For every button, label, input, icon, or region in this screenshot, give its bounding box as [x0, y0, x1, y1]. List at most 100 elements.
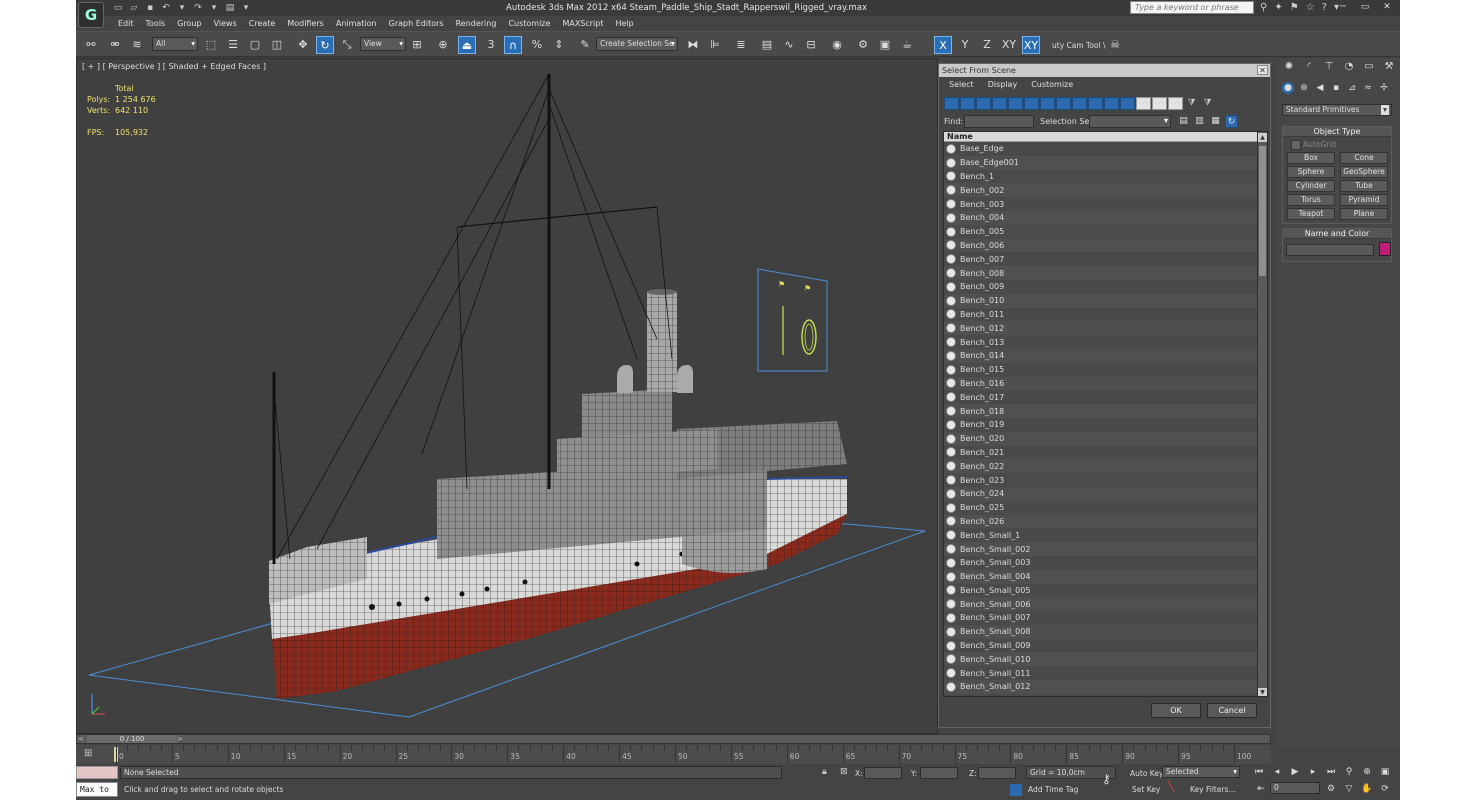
- systems-category-icon[interactable]: ✢: [1378, 82, 1390, 94]
- time-slider[interactable]: < 0 / 100 >: [76, 734, 1271, 744]
- list-item[interactable]: Bench_009: [944, 280, 1267, 294]
- schematic-view-icon[interactable]: ⊟: [802, 36, 820, 54]
- pan-icon[interactable]: ✋: [1360, 783, 1374, 795]
- list-item[interactable]: Bench_Small_005: [944, 584, 1267, 598]
- redo-icon[interactable]: ↷: [192, 2, 204, 14]
- list-item[interactable]: Bench_018: [944, 404, 1267, 418]
- scroll-thumb[interactable]: [1259, 146, 1266, 276]
- select-object-icon[interactable]: ⬚: [202, 36, 220, 54]
- add-time-tag[interactable]: Add Time Tag: [1028, 785, 1078, 794]
- create-tab-icon[interactable]: ✺: [1282, 60, 1296, 74]
- menu-create[interactable]: Create: [243, 17, 282, 30]
- previous-frame-icon[interactable]: ◂: [1270, 766, 1284, 778]
- move-icon[interactable]: ✥: [294, 36, 312, 54]
- helpers-category-icon[interactable]: ⊿: [1346, 82, 1358, 94]
- minimize-icon[interactable]: ─: [1332, 1, 1354, 14]
- key-mode-toggle-icon[interactable]: ⇤: [1254, 783, 1268, 795]
- list-item[interactable]: Bench_008: [944, 266, 1267, 280]
- key-mode-dropdown[interactable]: Selected: [1162, 766, 1240, 778]
- list-item[interactable]: Bench_016: [944, 376, 1267, 391]
- dialog-menu-select[interactable]: Select: [949, 79, 974, 91]
- list-item[interactable]: Bench_015: [944, 363, 1267, 377]
- dialog-menu-display[interactable]: Display: [988, 79, 1018, 91]
- list-item[interactable]: Bench_014: [944, 348, 1267, 363]
- tube-button[interactable]: Tube: [1340, 180, 1388, 192]
- rendered-frame-icon[interactable]: ▣: [876, 36, 894, 54]
- display-hidden-icon[interactable]: [1120, 97, 1135, 110]
- percent-snap-icon[interactable]: %: [528, 36, 546, 54]
- list-item[interactable]: Bench_Small_009: [944, 639, 1267, 653]
- display-bones-icon[interactable]: [1072, 97, 1087, 110]
- list-item[interactable]: Bench_Small_011: [944, 666, 1267, 680]
- ship-model[interactable]: ⚑ ⚑: [77, 59, 938, 734]
- list-item[interactable]: Bench_017: [944, 390, 1267, 404]
- auto-key-button[interactable]: Auto Key: [1130, 769, 1163, 778]
- time-configuration-icon[interactable]: ⚙: [1324, 783, 1338, 795]
- shapes-category-icon[interactable]: ⊛: [1298, 82, 1310, 94]
- display-spacewarps-icon[interactable]: [1024, 97, 1039, 110]
- x-coordinate-input[interactable]: [864, 767, 902, 779]
- list-item[interactable]: Bench_004: [944, 210, 1267, 225]
- sync-selection-icon[interactable]: ↻: [1225, 115, 1238, 128]
- spacewarps-category-icon[interactable]: ≈: [1362, 82, 1374, 94]
- list-item[interactable]: Bench_Small_003: [944, 556, 1267, 570]
- list-item[interactable]: Bench_024: [944, 486, 1267, 501]
- menu-help[interactable]: Help: [610, 17, 640, 30]
- teapot-button[interactable]: Teapot: [1287, 208, 1335, 220]
- align-icon[interactable]: ⊫: [706, 36, 724, 54]
- list-item[interactable]: Bench_007: [944, 252, 1267, 266]
- list-item[interactable]: Bench_Small_004: [944, 569, 1267, 584]
- filter-icon[interactable]: ⧩: [1184, 97, 1199, 110]
- axis-x-button[interactable]: X: [934, 36, 952, 54]
- name-and-color-header[interactable]: Name and Color: [1283, 229, 1391, 239]
- autogrid-checkbox[interactable]: AutoGrid: [1290, 140, 1336, 150]
- redo-dropdown-icon[interactable]: ▾: [208, 2, 220, 14]
- list-item[interactable]: Bench_023: [944, 473, 1267, 487]
- named-selection-dropdown[interactable]: Create Selection Se: [596, 37, 678, 51]
- time-tag-icon[interactable]: [1010, 784, 1022, 796]
- qat-dropdown-icon[interactable]: ▾: [240, 2, 252, 14]
- track-bar[interactable]: ⊞ 0 5 10 15 20 25 30 35 40 45 50 55 60 65 70 75 80 85 90 95…: [76, 745, 1271, 764]
- rotate-icon[interactable]: ↻: [316, 36, 334, 54]
- graphite-ribbon-icon[interactable]: ▤: [758, 36, 776, 54]
- select-invert-icon[interactable]: ▦: [1209, 115, 1222, 128]
- sphere-button[interactable]: Sphere: [1287, 166, 1335, 178]
- new-file-icon[interactable]: ▭: [112, 2, 124, 14]
- reference-coordinate-dropdown[interactable]: View: [360, 37, 406, 51]
- unlink-icon[interactable]: ⚮: [106, 36, 124, 54]
- list-item[interactable]: Bench_012: [944, 321, 1267, 336]
- list-item[interactable]: Bench_1: [944, 170, 1267, 184]
- current-frame-input[interactable]: 0: [1270, 782, 1320, 794]
- scale-icon[interactable]: ⤡: [338, 36, 356, 54]
- open-file-icon[interactable]: ▱: [128, 2, 140, 14]
- keyword-search-input[interactable]: Type a keyword or phrase: [1130, 1, 1254, 14]
- list-item[interactable]: Bench_Small_007: [944, 611, 1267, 625]
- menu-edit[interactable]: Edit: [112, 17, 140, 30]
- axis-z-button[interactable]: Z: [978, 36, 996, 54]
- next-frame-icon[interactable]: ▸: [1306, 766, 1320, 778]
- key-filter-icon[interactable]: ╲: [1168, 782, 1174, 793]
- selection-filter-dropdown[interactable]: All: [152, 37, 198, 51]
- list-item[interactable]: Bench_Small_006: [944, 597, 1267, 612]
- display-xrefs-icon[interactable]: [1056, 97, 1071, 110]
- list-item[interactable]: Bench_019: [944, 418, 1267, 432]
- dialog-close-icon[interactable]: ✕: [1257, 65, 1268, 75]
- list-item[interactable]: Bench_005: [944, 225, 1267, 239]
- list-item[interactable]: Bench_013: [944, 335, 1267, 349]
- bind-spacewarp-icon[interactable]: ≋: [128, 36, 146, 54]
- utilities-tab-icon[interactable]: ⚒: [1382, 60, 1396, 74]
- display-containers-icon[interactable]: [1088, 97, 1103, 110]
- axis-xy-button[interactable]: XY: [1000, 36, 1018, 54]
- hierarchy-tab-icon[interactable]: ⊤: [1322, 60, 1336, 74]
- plane-button[interactable]: Plane: [1340, 208, 1388, 220]
- axis-y-button[interactable]: Y: [956, 36, 974, 54]
- link-icon[interactable]: ⚯: [82, 36, 100, 54]
- close-icon[interactable]: ✕: [1376, 1, 1398, 14]
- object-type-header[interactable]: Object Type: [1283, 127, 1391, 137]
- torus-button[interactable]: Torus: [1287, 194, 1335, 206]
- menu-views[interactable]: Views: [208, 17, 243, 30]
- key-filters-button[interactable]: Key Filters...: [1190, 785, 1236, 794]
- cancel-button[interactable]: Cancel: [1207, 703, 1257, 718]
- window-crossing-icon[interactable]: ◫: [268, 36, 286, 54]
- box-button[interactable]: Box: [1287, 152, 1335, 164]
